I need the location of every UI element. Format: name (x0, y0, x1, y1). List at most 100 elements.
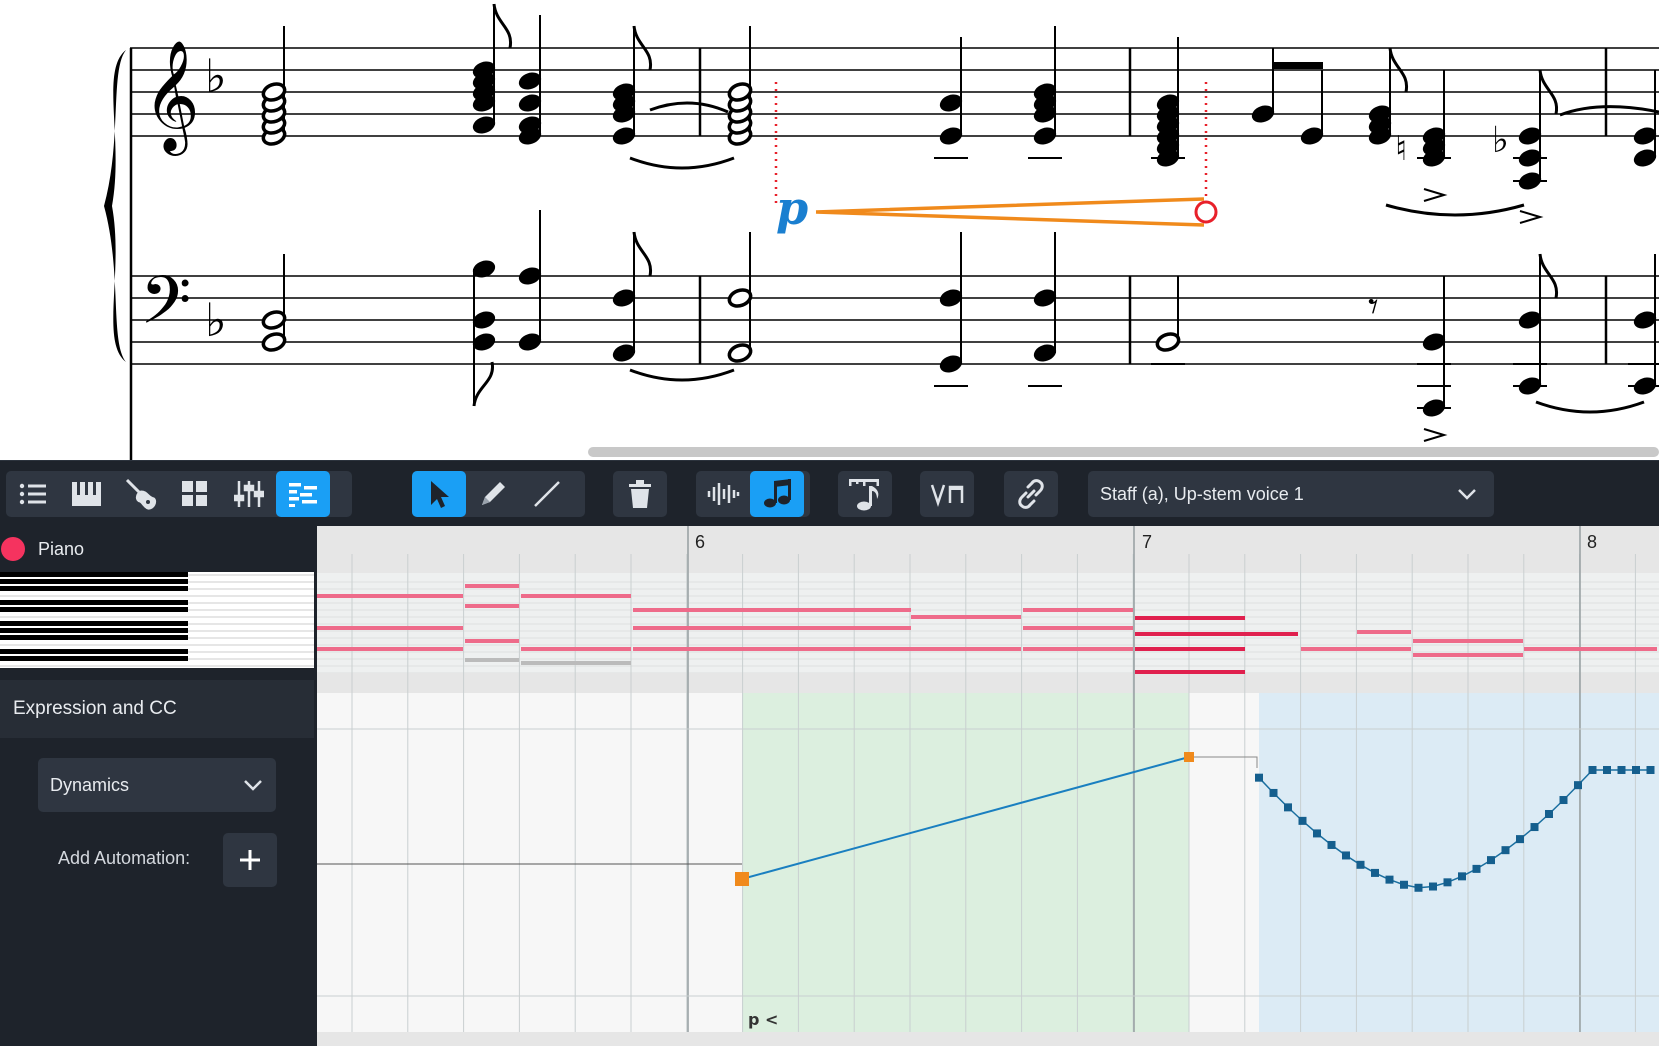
automation-point[interactable] (1400, 880, 1408, 889)
automation-point[interactable] (1269, 788, 1278, 797)
automation-point[interactable] (1487, 856, 1495, 865)
lane-divider (317, 673, 1659, 693)
select-tool-button[interactable] (412, 471, 466, 517)
tie (629, 368, 735, 382)
dynamic-point[interactable] (735, 872, 749, 886)
list-icon (19, 483, 46, 505)
black-key (0, 572, 188, 577)
mini-keyboard[interactable] (0, 572, 314, 668)
lane-type-dropdown[interactable]: Dynamics (38, 758, 276, 812)
link-button[interactable] (1004, 471, 1058, 517)
add-automation-label: Add Automation: (58, 848, 191, 868)
piano-roll-editor[interactable]: 6 7 8 p < (317, 526, 1659, 1046)
flag (632, 231, 653, 277)
automation-point[interactable] (1342, 851, 1350, 860)
horizontal-scrollbar[interactable] (588, 447, 1659, 457)
automation-point[interactable] (1327, 840, 1336, 849)
score-canvas[interactable]: 𝄞 𝄢 ♭ ♭ 𝄾 ♮ ♭ p (0, 0, 1659, 460)
automation-point[interactable] (1632, 766, 1640, 774)
natural-sign: ♮ (1395, 129, 1407, 169)
expression-cc-header[interactable]: Expression and CC (0, 680, 314, 738)
chord (612, 25, 653, 145)
bowing-button[interactable] (920, 471, 974, 517)
notes-mode-button[interactable] (750, 471, 804, 517)
staff-voice-dropdown[interactable]: Staff (a), Up-stem voice 1 (1088, 471, 1494, 517)
note-bar (1135, 670, 1245, 674)
lane-bottom-bar (317, 1032, 1659, 1046)
black-key (0, 649, 188, 654)
instrument-row[interactable]: Piano (0, 526, 317, 572)
note-bar (1301, 647, 1411, 651)
automation-point[interactable] (1429, 882, 1437, 891)
automation-point[interactable] (1458, 872, 1466, 881)
automation-point[interactable] (1617, 766, 1626, 774)
chord (518, 210, 542, 351)
grid-button[interactable] (168, 471, 222, 517)
instrument-color-indicator (1, 537, 25, 561)
automation-point[interactable] (1313, 829, 1321, 838)
chord (727, 26, 753, 146)
automation-point[interactable] (1588, 766, 1597, 774)
automation-point[interactable] (1371, 868, 1379, 877)
black-key (0, 579, 188, 584)
automation-point[interactable] (1516, 835, 1524, 844)
waveform-button[interactable] (696, 471, 750, 517)
add-automation-button[interactable] (223, 833, 277, 887)
automation-point[interactable] (1574, 781, 1582, 790)
automation-point[interactable] (1603, 766, 1611, 774)
key-signature-flat: ♭ (205, 49, 227, 103)
black-key (0, 607, 188, 612)
automation-point[interactable] (1255, 773, 1263, 782)
automation-point[interactable] (1385, 875, 1394, 884)
editor-canvas[interactable] (317, 526, 1659, 1046)
pencil-tool-button[interactable] (466, 471, 520, 517)
note-ruler-button[interactable] (838, 471, 892, 517)
accent (1423, 188, 1448, 202)
note-bar (633, 608, 911, 612)
piano-keys-button[interactable] (60, 471, 114, 517)
delete-button[interactable] (613, 471, 667, 517)
automation-point[interactable] (1530, 823, 1539, 832)
section-title: Expression and CC (13, 698, 177, 719)
mixer-button[interactable] (222, 471, 276, 517)
note-bar (1023, 626, 1133, 630)
automation-point[interactable] (1284, 803, 1292, 812)
hairpin-end-handle[interactable] (1194, 200, 1218, 224)
flat-sign: ♭ (1492, 120, 1509, 161)
chord (1151, 37, 1185, 167)
dynamic-p[interactable]: p (776, 181, 808, 235)
dynamic-point[interactable] (1184, 752, 1194, 762)
chord (1633, 70, 1657, 167)
keyboard-keys[interactable] (0, 572, 314, 668)
line-icon (534, 481, 560, 507)
piano-roll-button[interactable] (276, 471, 330, 517)
flag (472, 361, 494, 407)
guitar-button[interactable] (114, 471, 168, 517)
note-bar (465, 604, 519, 608)
score-view[interactable]: 𝄞 𝄢 ♭ ♭ 𝄾 ♮ ♭ p (0, 0, 1659, 460)
note-bar (465, 658, 519, 662)
list-button[interactable] (6, 471, 60, 517)
automation-point[interactable] (1545, 809, 1553, 818)
plus-icon (240, 850, 260, 870)
link-icon (1018, 479, 1044, 509)
automation-point[interactable] (1356, 860, 1365, 869)
automation-point[interactable] (1443, 878, 1452, 887)
mixer-sliders-icon (234, 481, 264, 507)
line-tool-button[interactable] (520, 471, 574, 517)
note-ruler-icon (849, 479, 879, 511)
automation-point[interactable] (1414, 883, 1423, 892)
automation-point[interactable] (1472, 864, 1481, 873)
automation-point[interactable] (1501, 846, 1510, 855)
note-bar (1135, 647, 1245, 651)
bar-number-6: 6 (695, 532, 706, 552)
instrument-name: Piano (38, 538, 85, 559)
tie (1385, 203, 1525, 217)
automation-point[interactable] (1646, 766, 1655, 774)
note-bar (465, 639, 519, 643)
black-key (0, 635, 188, 640)
guitar-icon (125, 478, 157, 510)
automation-point[interactable] (1298, 816, 1307, 825)
automation-point[interactable] (1559, 796, 1568, 805)
tie (1535, 400, 1645, 414)
